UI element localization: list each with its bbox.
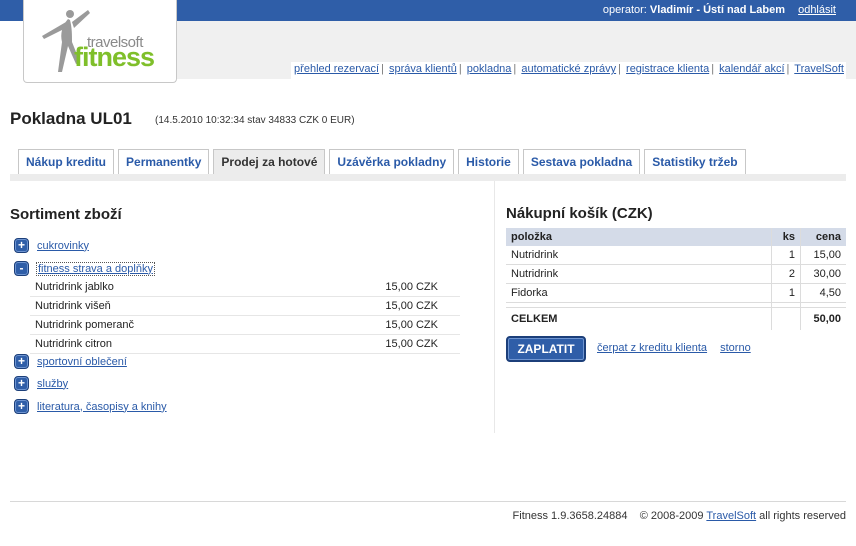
cart-item-name: Nutridrink	[506, 264, 772, 284]
tab-credit-purchase[interactable]: Nákup kreditu	[18, 149, 115, 175]
company-link[interactable]: TravelSoft	[706, 510, 756, 522]
category-literature[interactable]: + literatura, časopisy a knihy	[14, 399, 167, 414]
cart-item-qty: 2	[771, 264, 801, 284]
cart-total-row: CELKEM 50,00	[506, 307, 846, 330]
nav-link-clients[interactable]: správa klientů	[389, 63, 457, 75]
product-name: Nutridrink citron	[35, 338, 113, 350]
pay-button[interactable]: ZAPLATIT	[506, 336, 586, 362]
product-name: Nutridrink jablko	[35, 281, 114, 293]
nav-link-travelsoft[interactable]: TravelSoft	[794, 63, 844, 75]
cart-total-qty	[771, 307, 801, 330]
cart-item-name: Nutridrink	[506, 246, 772, 265]
operator-name: Vladimír - Ústí nad Labem	[649, 4, 786, 16]
tab-underline	[10, 174, 846, 181]
product-price: 15,00 CZK	[385, 281, 438, 293]
cart-total-label: CELKEM	[506, 307, 772, 330]
product-item[interactable]: Nutridrink citron 15,00 CZK	[30, 335, 460, 354]
category-sportswear[interactable]: + sportovní oblečení	[14, 354, 127, 369]
operator-label: operator:	[602, 4, 647, 16]
category-fitness-food[interactable]: - fitness strava a doplňky	[14, 261, 155, 276]
cart-total-value: 50,00	[800, 307, 846, 330]
cart-item-price: 30,00	[800, 264, 846, 284]
cart-item-name: Fidorka	[506, 283, 772, 303]
product-price: 15,00 CZK	[385, 319, 438, 331]
cart-header-row: položka ks cena	[506, 228, 846, 246]
collapse-icon[interactable]: -	[14, 261, 29, 276]
product-name: Nutridrink pomeranč	[35, 319, 135, 331]
cart-header-qty: ks	[771, 228, 801, 246]
nav-link-auto-messages[interactable]: automatické zprávy	[521, 63, 616, 75]
nav-link-client-registration[interactable]: registrace klienta	[626, 63, 709, 75]
expand-icon[interactable]: +	[14, 399, 29, 414]
nav-link-cashdesk[interactable]: pokladna	[467, 63, 512, 75]
cart-item-qty: 1	[771, 246, 801, 265]
logo-text-big: fitness	[74, 42, 155, 72]
expand-icon[interactable]: +	[14, 376, 29, 391]
category-services[interactable]: + služby	[14, 376, 68, 391]
product-price: 15,00 CZK	[385, 338, 438, 350]
expand-icon[interactable]: +	[14, 238, 29, 253]
rights-text: all rights reserved	[759, 510, 846, 522]
cart-item-price: 4,50	[800, 283, 846, 303]
copyright: © 2008-2009	[639, 510, 704, 522]
product-name: Nutridrink višeň	[35, 300, 111, 312]
page-subtitle: (14.5.2010 10:32:34 stav 34833 CZK 0 EUR…	[155, 115, 355, 126]
operator-info: operator: Vladimír - Ústí nad Labem odhl…	[603, 4, 836, 16]
category-sweets[interactable]: + cukrovinky	[14, 238, 89, 253]
product-item[interactable]: Nutridrink jablko 15,00 CZK	[30, 278, 460, 297]
assortment-title: Sortiment zboží	[10, 206, 122, 223]
page-title: Pokladna UL01	[10, 109, 132, 128]
footer-divider	[10, 501, 846, 502]
category-label[interactable]: literatura, časopisy a knihy	[37, 401, 167, 413]
cart-row[interactable]: Nutridrink 2 30,00	[506, 264, 846, 284]
cart-header-price: cena	[800, 228, 846, 246]
tab-history[interactable]: Historie	[458, 149, 519, 175]
logo[interactable]: travelsoft fitness	[23, 0, 177, 83]
product-list: Nutridrink jablko 15,00 CZK Nutridrink v…	[30, 278, 460, 354]
column-divider	[494, 181, 495, 433]
tab-passes[interactable]: Permanentky	[118, 149, 210, 175]
app-version: Fitness 1.9.3658.24884	[512, 510, 628, 522]
product-price: 15,00 CZK	[385, 300, 438, 312]
category-label[interactable]: cukrovinky	[37, 240, 89, 252]
cart-table: položka ks cena Nutridrink 1 15,00 Nutri…	[506, 228, 846, 330]
category-label[interactable]: sportovní oblečení	[37, 356, 127, 368]
pay-from-credit-link[interactable]: čerpat z kreditu klienta	[597, 342, 707, 354]
cancel-link[interactable]: storno	[720, 342, 751, 354]
cart-title: Nákupní košík (CZK)	[506, 205, 653, 222]
expand-icon[interactable]: +	[14, 354, 29, 369]
cart-row[interactable]: Nutridrink 1 15,00	[506, 246, 846, 265]
tab-bar: Nákup kreditu Permanentky Prodej za hoto…	[18, 149, 750, 175]
top-navigation: přehled rezervací | správa klientů | pokla…	[291, 62, 846, 79]
cart-item-qty: 1	[771, 283, 801, 303]
product-item[interactable]: Nutridrink višeň 15,00 CZK	[30, 297, 460, 316]
category-label[interactable]: služby	[37, 378, 68, 390]
payment-links: čerpat z kreditu klienta storno	[597, 342, 761, 354]
cart-header-item: položka	[506, 228, 772, 246]
nav-link-reservations[interactable]: přehled rezervací	[294, 63, 379, 75]
category-label[interactable]: fitness strava a doplňky	[36, 261, 155, 276]
tab-revenue-stats[interactable]: Statistiky tržeb	[644, 149, 746, 175]
footer: Fitness 1.9.3658.24884 © 2008-2009 Trave…	[513, 510, 846, 522]
cart-row[interactable]: Fidorka 1 4,50	[506, 283, 846, 303]
tab-cash-closing[interactable]: Uzávěrka pokladny	[329, 149, 455, 175]
product-item[interactable]: Nutridrink pomeranč 15,00 CZK	[30, 316, 460, 335]
nav-link-events-calendar[interactable]: kalendář akcí	[719, 63, 784, 75]
logout-link[interactable]: odhlásit	[798, 4, 836, 16]
cart-item-price: 15,00	[800, 246, 846, 265]
tab-cash-sale[interactable]: Prodej za hotové	[213, 149, 326, 175]
tab-cash-report[interactable]: Sestava pokladna	[522, 149, 641, 175]
